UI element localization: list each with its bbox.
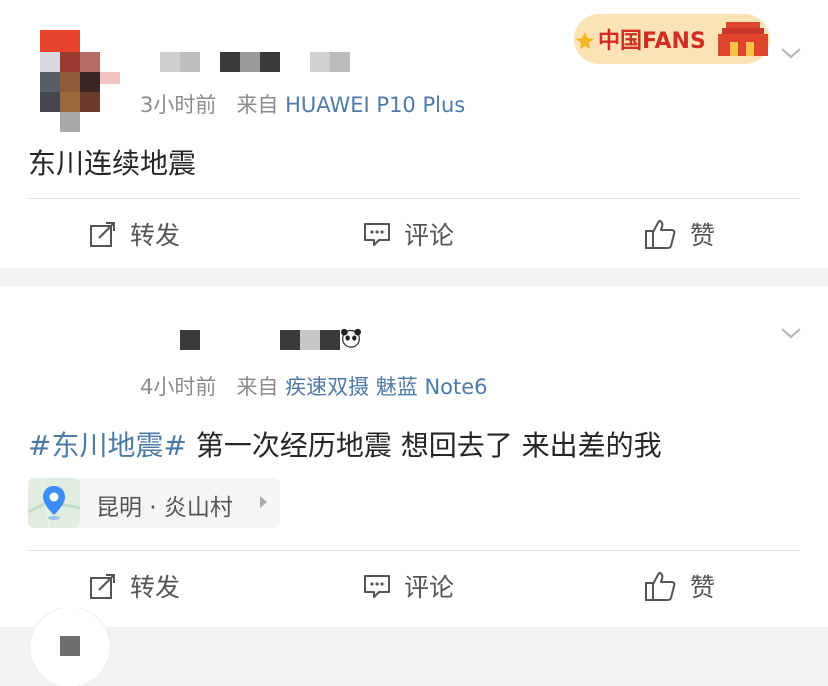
like-icon bbox=[645, 220, 676, 249]
post-card-1: 中国FANS 3小时前 来自 HUAWEI P10 Plus 东川连续地震 转发… bbox=[0, 0, 828, 268]
post-card-2: 4小时前 来自 疾速双摄 魅蓝 Note6 #东川地震# 第一次经历地震 想回去… bbox=[0, 286, 828, 686]
comment-icon bbox=[364, 223, 390, 246]
source-prefix: 来自 bbox=[236, 93, 279, 117]
post-body: 第一次经历地震 想回去了 来出差的我 bbox=[186, 429, 662, 462]
post-text: #东川地震# 第一次经历地震 想回去了 来出差的我 bbox=[28, 424, 662, 464]
location-tag[interactable]: 昆明 · 炎山村 bbox=[28, 478, 280, 528]
comment-button[interactable]: 评论 bbox=[362, 214, 454, 254]
comment-button[interactable]: 评论 bbox=[362, 566, 454, 606]
post-time: 3小时前 bbox=[140, 93, 217, 117]
avatar[interactable] bbox=[28, 30, 122, 132]
post-source[interactable]: HUAWEI P10 Plus bbox=[285, 93, 465, 117]
location-pin-icon bbox=[28, 478, 80, 528]
topic-link[interactable]: #东川地震# bbox=[28, 429, 187, 462]
panda-icon bbox=[341, 328, 361, 348]
fans-badge: 中国FANS bbox=[568, 8, 774, 70]
post-meta: 3小时前 来自 HUAWEI P10 Plus bbox=[140, 89, 465, 119]
chevron-right-icon bbox=[260, 496, 267, 508]
repost-icon bbox=[90, 222, 115, 247]
location-label: 昆明 · 炎山村 bbox=[96, 495, 233, 521]
repost-label: 转发 bbox=[130, 573, 181, 602]
svg-text:中国FANS: 中国FANS bbox=[598, 29, 706, 54]
repost-icon bbox=[90, 574, 115, 599]
like-button[interactable]: 赞 bbox=[644, 566, 715, 606]
post-text: 东川连续地震 bbox=[28, 147, 197, 180]
chevron-down-icon[interactable] bbox=[780, 322, 802, 344]
post-meta: 4小时前 来自 疾速双摄 魅蓝 Note6 bbox=[140, 371, 488, 401]
comment-label: 评论 bbox=[404, 221, 455, 250]
like-label: 赞 bbox=[690, 573, 716, 602]
repost-label: 转发 bbox=[130, 221, 181, 250]
repost-button[interactable]: 转发 bbox=[88, 214, 180, 254]
post-time: 4小时前 bbox=[140, 375, 217, 399]
repost-button[interactable]: 转发 bbox=[88, 566, 180, 606]
comment-label: 评论 bbox=[404, 573, 455, 602]
comment-icon bbox=[364, 575, 390, 598]
divider bbox=[28, 550, 800, 551]
source-prefix: 来自 bbox=[236, 375, 279, 399]
chevron-down-icon[interactable] bbox=[780, 42, 802, 64]
avatar[interactable] bbox=[28, 608, 112, 686]
like-icon bbox=[645, 572, 676, 601]
divider bbox=[28, 198, 800, 199]
like-label: 赞 bbox=[690, 221, 716, 250]
like-button[interactable]: 赞 bbox=[644, 214, 715, 254]
post-source[interactable]: 疾速双摄 魅蓝 Note6 bbox=[285, 375, 487, 399]
